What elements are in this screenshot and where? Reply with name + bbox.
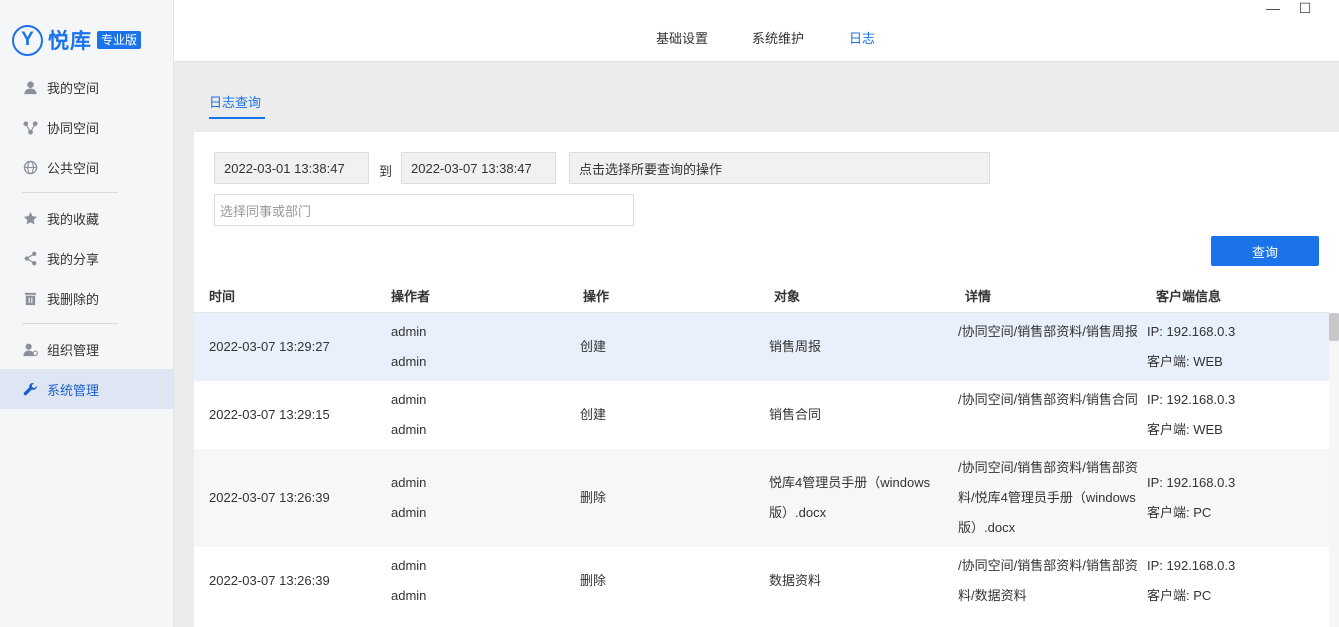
edition-badge: 专业版 [97,31,142,49]
column-header-client: 客户端信息 [1156,289,1222,304]
sidebar-item-label: 我的分享 [47,251,100,267]
user-icon [22,79,38,95]
nav-divider [22,323,118,324]
sidebar-item-label: 我的收藏 [47,211,100,227]
cell-object: 销售周报 [769,339,822,354]
logo-icon: Y [12,24,43,56]
tab-log-query[interactable]: 日志查询 [209,92,261,111]
cell-time: 2022-03-07 13:26:39 [209,490,330,505]
sidebar-item-system-management[interactable]: 系统管理 [0,369,173,409]
sidebar-item-public-space[interactable]: 公共空间 [0,147,173,187]
collaborate-icon [22,119,38,135]
tab-system-maintenance[interactable]: 系统维护 [752,28,804,47]
cell-action: 创建 [580,407,607,422]
sidebar-item-label: 我的空间 [47,80,100,96]
sidebar-item-label: 系统管理 [47,382,100,398]
brand-name: 悦库 [48,29,92,53]
nav-divider [22,192,118,193]
member-select-input[interactable]: 选择同事或部门 [214,194,634,226]
globe-icon [22,159,38,175]
column-header-detail: 详情 [965,289,992,304]
maximize-icon[interactable]: ☐ [1298,0,1312,16]
top-bar: 基础设置 系统维护 日志 — ☐ [174,0,1339,62]
cell-operator: admin [391,558,427,573]
sidebar-item-label: 协同空间 [47,120,100,136]
column-header-object: 对象 [774,289,801,304]
tab-basic-settings[interactable]: 基础设置 [656,28,708,47]
share-icon [22,250,38,266]
wrench-icon [22,381,38,397]
start-date-input[interactable]: 2022-03-01 13:38:47 [214,152,369,184]
cell-object: 数据资料 [769,573,822,588]
cell-detail: /协同空间/销售部资料/销售部资料/悦库4管理员手册（windows版）.doc… [958,460,1138,535]
cell-time: 2022-03-07 13:29:27 [209,339,330,354]
cell-detail: /协同空间/销售部资料/销售周报 [958,324,1138,339]
cell-operator: admin [391,324,427,339]
cell-operator-2: admin [391,588,427,603]
tab-logs[interactable]: 日志 [849,28,875,47]
cell-client-ip: IP: 192.168.0.3 [1147,558,1236,573]
cell-client-ip: IP: 192.168.0.3 [1147,324,1236,339]
sidebar-item-collab-space[interactable]: 协同空间 [0,107,173,147]
column-header-time: 时间 [209,289,236,304]
cell-client-type: 客户端: PC [1147,588,1212,603]
table-scrollbar-track[interactable] [1329,313,1339,627]
sidebar-item-label: 公共空间 [47,160,100,176]
cell-object: 悦库4管理员手册（windows版）.docx [769,475,931,520]
sidebar-item-shares[interactable]: 我的分享 [0,238,173,278]
cell-detail: /协同空间/销售部资料/销售部资料/数据资料 [958,558,1138,603]
cell-action: 删除 [580,573,607,588]
brand-logo: Y 悦库 专业版 [12,24,142,56]
cell-action: 删除 [580,490,607,505]
trash-icon [22,290,38,306]
cell-operator-2: admin [391,354,427,369]
star-icon [22,210,38,226]
minimize-icon[interactable]: — [1266,0,1280,16]
cell-client-type: 客户端: WEB [1147,354,1223,369]
cell-object: 销售合同 [769,407,822,422]
cell-action: 创建 [580,339,607,354]
cell-time: 2022-03-07 13:26:39 [209,573,330,588]
cell-operator: admin [391,475,427,490]
active-tab-indicator [209,117,265,119]
operation-select[interactable]: 点击选择所要查询的操作 [569,152,990,184]
sidebar: Y 悦库 专业版 我的空间 协同空间 公共空间 我的收藏 我的分享 我删除的 组… [0,0,174,627]
cell-client-type: 客户端: WEB [1147,422,1223,437]
cell-client-type: 客户端: PC [1147,505,1212,520]
sidebar-item-label: 我删除的 [47,291,100,307]
column-header-action: 操作 [583,289,610,304]
cell-operator-2: admin [391,422,427,437]
cell-client-ip: IP: 192.168.0.3 [1147,475,1236,490]
org-icon [22,341,38,357]
column-header-operator: 操作者 [391,289,431,304]
cell-detail: /协同空间/销售部资料/销售合同 [958,392,1138,407]
cell-time: 2022-03-07 13:29:15 [209,407,330,422]
sidebar-item-org-management[interactable]: 组织管理 [0,329,173,369]
sidebar-item-favorites[interactable]: 我的收藏 [0,198,173,238]
query-button[interactable]: 查询 [1211,236,1319,266]
end-date-input[interactable]: 2022-03-07 13:38:47 [401,152,556,184]
range-separator: 到 [379,164,393,179]
sidebar-item-deleted[interactable]: 我删除的 [0,278,173,318]
table-scrollbar-thumb[interactable] [1329,313,1339,341]
sidebar-item-label: 组织管理 [47,342,100,358]
cell-operator: admin [391,392,427,407]
cell-operator-2: admin [391,505,427,520]
sidebar-item-my-space[interactable]: 我的空间 [0,67,173,107]
cell-client-ip: IP: 192.168.0.3 [1147,392,1236,407]
